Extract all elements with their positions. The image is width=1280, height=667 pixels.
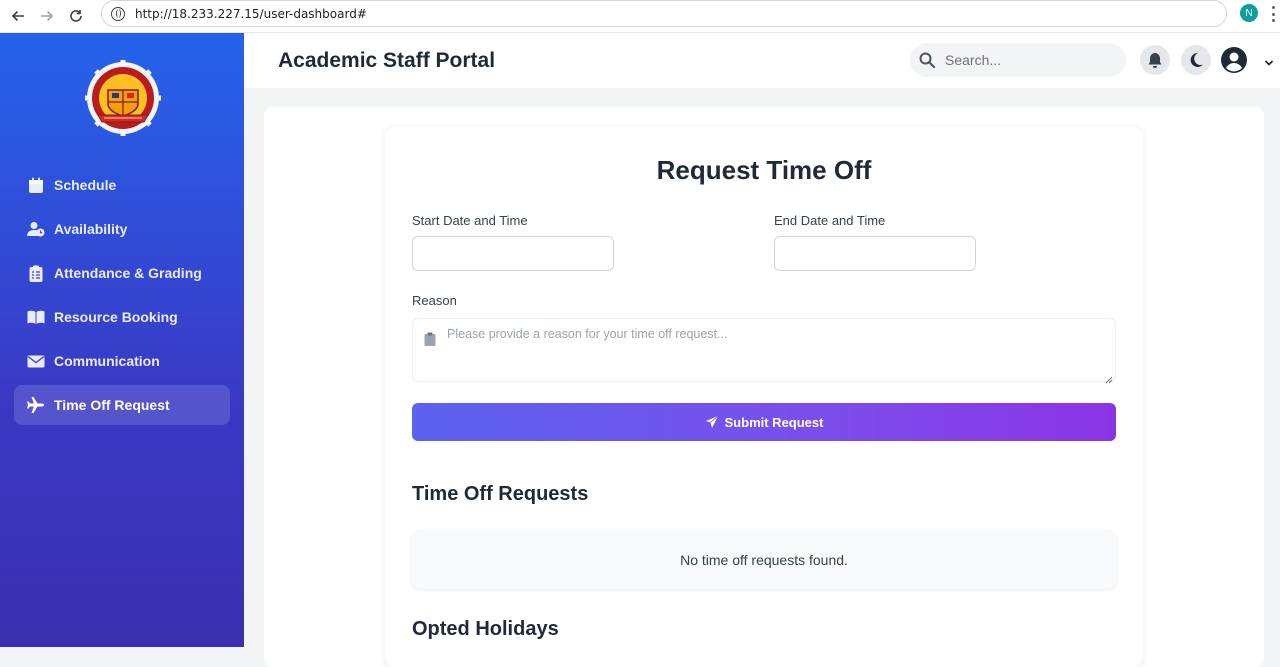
requests-empty-state: No time off requests found. — [412, 530, 1116, 589]
site-info-icon[interactable] — [111, 6, 125, 21]
start-date-input[interactable] — [412, 236, 614, 271]
clipboard-icon — [26, 263, 46, 283]
submit-label: Submit Request — [724, 414, 824, 430]
holidays-section-title: Opted Holidays — [412, 618, 559, 640]
user-circle-icon — [1221, 47, 1247, 73]
plane-icon — [26, 395, 46, 415]
reason-placeholder: Please provide a reason for your time of… — [447, 327, 728, 341]
sidebar-item-label: Availability — [54, 221, 128, 237]
browser-profile-avatar[interactable]: N — [1240, 4, 1258, 22]
paper-plane-icon — [705, 415, 719, 429]
sidebar-item-attendance-grading[interactable]: Attendance & Grading — [14, 253, 230, 293]
bell-icon — [1148, 52, 1162, 68]
page-title: Academic Staff Portal — [278, 49, 496, 72]
sidebar-item-label: Resource Booking — [54, 309, 178, 325]
url-text: http://18.233.227.15/user-dashboard# — [135, 6, 367, 21]
browser-toolbar: http://18.233.227.15/user-dashboard# N — [0, 0, 1280, 33]
submit-request-button[interactable]: Submit Request — [412, 403, 1116, 441]
college-logo — [84, 60, 162, 136]
end-date-input[interactable] — [774, 236, 976, 271]
sidebar-item-label: Schedule — [54, 177, 117, 193]
form-title: Request Time Off — [656, 155, 872, 185]
top-header: Academic Staff Portal — [244, 33, 1280, 88]
sidebar-item-resource-booking[interactable]: Resource Booking — [14, 297, 230, 337]
time-off-form-card: Request Time Off Start Date and Time End… — [385, 127, 1143, 667]
sidebar-item-schedule[interactable]: Schedule — [14, 165, 230, 205]
calendar-icon — [26, 175, 46, 195]
reason-label: Reason — [412, 293, 457, 308]
address-bar[interactable]: http://18.233.227.15/user-dashboard# — [101, 0, 1227, 27]
dark-mode-toggle[interactable] — [1181, 45, 1211, 75]
chevron-down-icon[interactable] — [1264, 55, 1274, 66]
resize-handle[interactable] — [1105, 371, 1113, 384]
sidebar-item-label: Attendance & Grading — [54, 265, 202, 281]
reason-textarea[interactable]: Please provide a reason for your time of… — [412, 318, 1116, 384]
sidebar-item-label: Time Off Request — [54, 397, 170, 413]
sidebar: Schedule Availability Attendance & Gradi… — [0, 33, 244, 647]
empty-state-text: No time off requests found. — [680, 551, 848, 568]
user-avatar[interactable] — [1220, 46, 1248, 74]
notifications-button[interactable] — [1140, 45, 1170, 75]
back-arrow-icon[interactable] — [8, 6, 28, 26]
requests-section-title: Time Off Requests — [412, 483, 589, 505]
forward-arrow-icon[interactable] — [37, 6, 57, 26]
search-icon — [919, 52, 936, 69]
envelope-icon — [26, 351, 46, 371]
sidebar-item-time-off-request[interactable]: Time Off Request — [14, 385, 230, 425]
book-icon — [26, 307, 46, 327]
sidebar-item-availability[interactable]: Availability — [14, 209, 230, 249]
start-date-label: Start Date and Time — [412, 213, 528, 228]
sidebar-item-label: Communication — [54, 353, 160, 369]
end-date-label: End Date and Time — [774, 213, 886, 228]
sidebar-nav: Schedule Availability Attendance & Gradi… — [14, 165, 230, 429]
search-box[interactable] — [910, 43, 1126, 77]
sidebar-item-communication[interactable]: Communication — [14, 341, 230, 381]
user-clock-icon — [26, 219, 46, 239]
moon-icon — [1190, 52, 1203, 67]
reload-icon[interactable] — [66, 6, 86, 26]
clipboard-icon — [424, 332, 436, 346]
browser-menu-icon[interactable] — [1272, 6, 1275, 22]
search-input[interactable] — [945, 52, 1115, 68]
